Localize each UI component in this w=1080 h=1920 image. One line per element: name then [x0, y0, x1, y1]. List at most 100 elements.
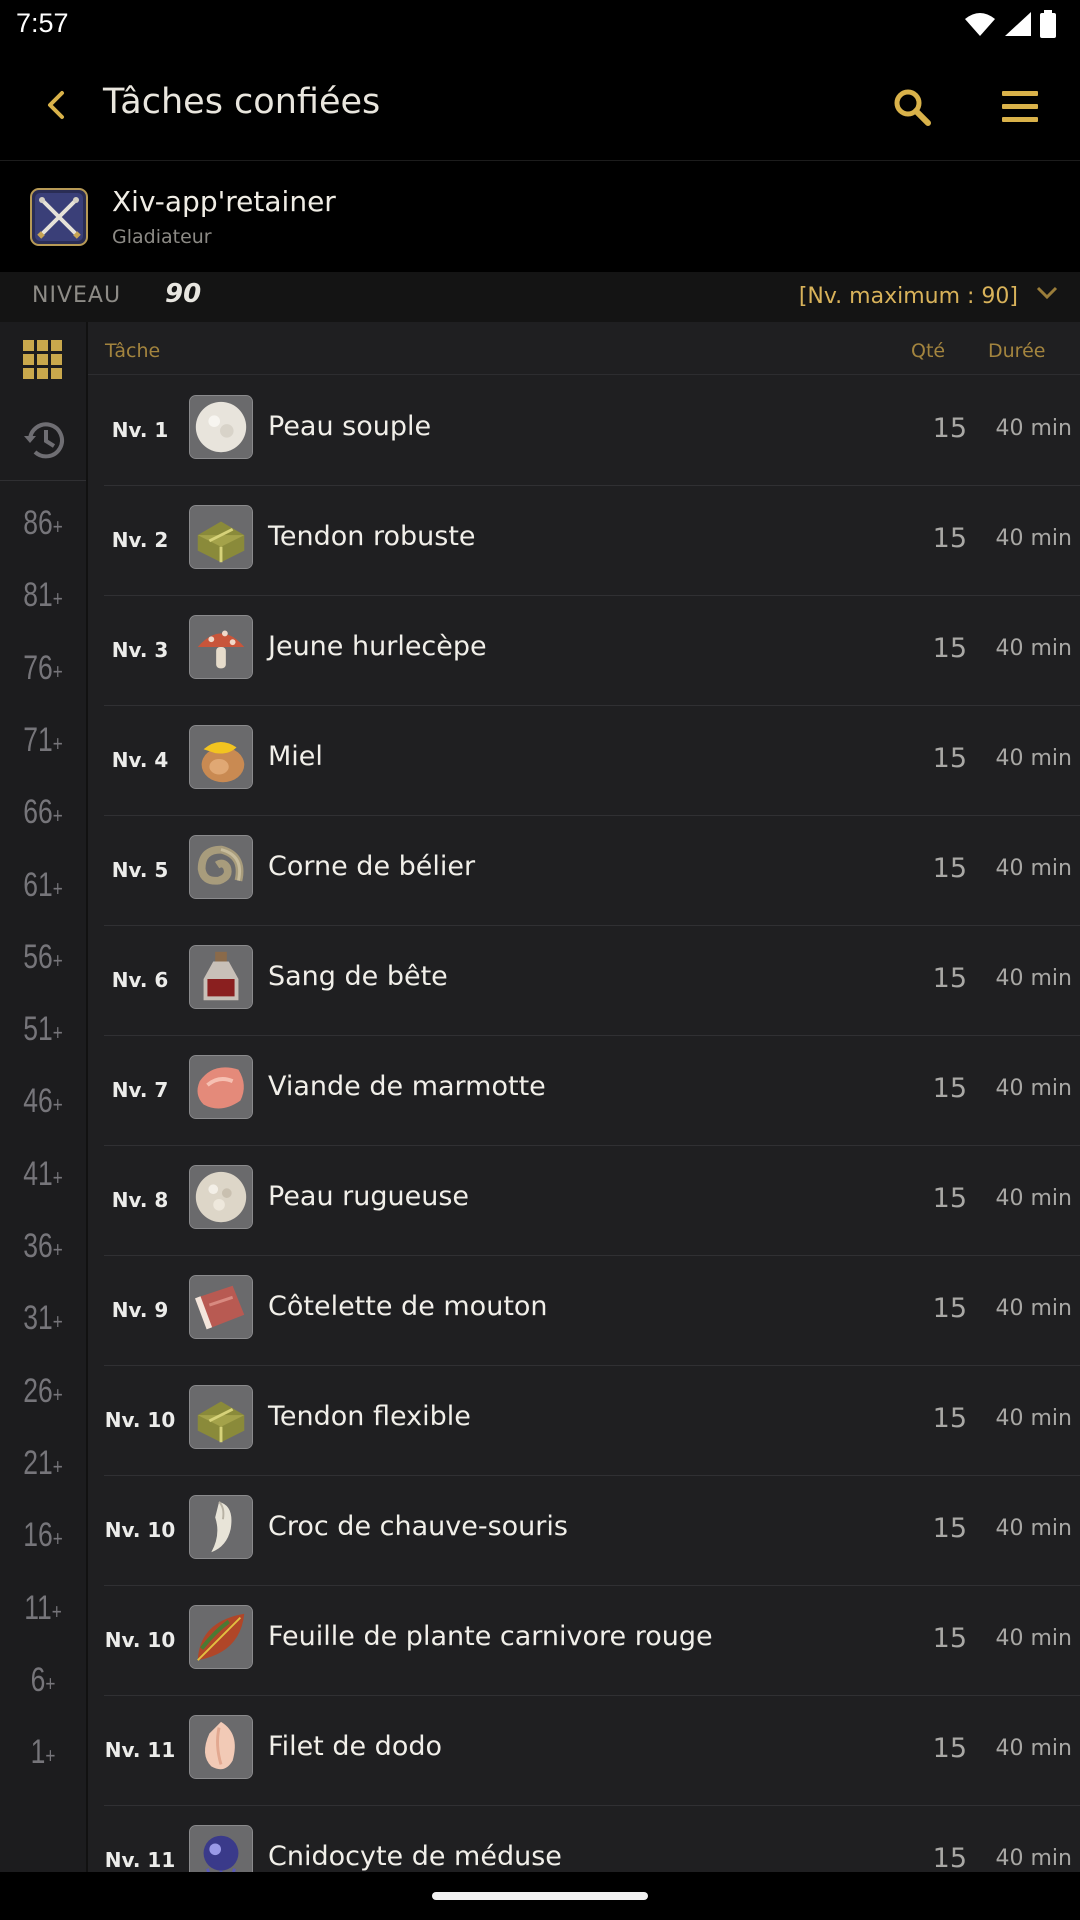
grid-icon[interactable]: [21, 338, 65, 382]
task-row[interactable]: Nv. 10 Tendon flexible 15 40 min: [104, 1365, 1080, 1476]
task-name: Miel: [268, 741, 323, 772]
menu-button[interactable]: [990, 77, 1050, 137]
task-row[interactable]: Nv. 11 Cnidocyte de méduse 15 40 min: [104, 1805, 1080, 1872]
task-qty: 15: [932, 1293, 967, 1324]
column-header: Tâche Qté Durée: [88, 322, 1080, 375]
task-name: Côtelette de mouton: [268, 1291, 548, 1322]
level-filter-76[interactable]: 76+: [9, 649, 76, 688]
chevron-down-icon[interactable]: [1036, 286, 1058, 300]
app-bar: Tâches confiées: [0, 50, 1080, 160]
level-filter-86[interactable]: 86+: [9, 504, 76, 543]
system-nav-bar: [0, 1872, 1080, 1920]
task-row[interactable]: Nv. 5 Corne de bélier 15 40 min: [104, 815, 1080, 926]
level-filter-11[interactable]: 11+: [9, 1589, 76, 1628]
back-button[interactable]: [26, 75, 86, 135]
level-filter-26[interactable]: 26+: [9, 1372, 76, 1411]
level-filter-label: 66: [23, 793, 53, 832]
wifi-icon: [965, 13, 995, 36]
task-list-panel: Tâche Qté Durée Nv. 1 Peau souple 15 40 min…: [88, 322, 1080, 1872]
task-row[interactable]: Nv. 10 Croc de chauve-souris 15 40 min: [104, 1475, 1080, 1586]
level-filter-66[interactable]: 66+: [9, 793, 76, 832]
page-title: Tâches confiées: [103, 82, 381, 122]
meat-icon: [189, 1055, 253, 1119]
level-filter-plus: +: [52, 1381, 63, 1407]
level-filter-label: 46: [23, 1082, 53, 1121]
level-filter-51[interactable]: 51+: [9, 1010, 76, 1049]
level-filter-plus: +: [52, 586, 63, 612]
home-gesture-pill[interactable]: [432, 1892, 648, 1900]
task-row[interactable]: Nv. 9 Côtelette de mouton 15 40 min: [104, 1255, 1080, 1366]
task-duration: 40 min: [995, 1186, 1072, 1211]
task-row[interactable]: Nv. 11 Filet de dodo 15 40 min: [104, 1695, 1080, 1806]
task-level: Nv. 8: [111, 1188, 169, 1212]
task-row[interactable]: Nv. 4 Miel 15 40 min: [104, 705, 1080, 816]
level-filter-label: 6: [30, 1660, 46, 1699]
status-bar: 7:57: [0, 0, 1080, 50]
level-filter-plus: +: [52, 514, 63, 539]
task-name: Croc de chauve-souris: [268, 1511, 568, 1542]
task-row[interactable]: Nv. 6 Sang de bête 15 40 min: [104, 925, 1080, 1036]
level-value: 90: [165, 279, 202, 309]
mushroom-icon: [189, 615, 253, 679]
task-name: Tendon robuste: [268, 521, 476, 552]
level-filter-6[interactable]: 6+: [9, 1661, 76, 1700]
level-label: NIVEAU: [32, 283, 122, 308]
level-filter-31[interactable]: 31+: [9, 1299, 76, 1338]
column-task: Tâche: [105, 340, 161, 362]
task-name: Viande de marmotte: [268, 1071, 546, 1102]
history-icon[interactable]: [21, 417, 67, 463]
task-level: Nv. 11: [104, 1738, 176, 1762]
level-filter-plus: +: [45, 1743, 56, 1769]
hamburger-menu-icon: [1002, 91, 1038, 122]
task-row[interactable]: Nv. 8 Peau rugueuse 15 40 min: [104, 1145, 1080, 1256]
retainer-job: Gladiateur: [112, 226, 212, 248]
sidebar-divider: [0, 480, 86, 481]
task-qty: 15: [932, 413, 967, 444]
task-row[interactable]: Nv. 10 Feuille de plante carnivore rouge 1…: [104, 1585, 1080, 1696]
level-filter-plus: +: [52, 875, 63, 901]
task-duration: 40 min: [995, 1736, 1072, 1761]
task-qty: 15: [932, 963, 967, 994]
level-bar[interactable]: NIVEAU 90 [Nv. maximum : 90]: [0, 272, 1080, 322]
task-qty: 15: [932, 1733, 967, 1764]
task-qty: 15: [932, 523, 967, 554]
level-filter-16[interactable]: 16+: [9, 1516, 76, 1555]
level-filter-71[interactable]: 71+: [9, 721, 76, 760]
hide-icon: [189, 395, 253, 459]
task-row[interactable]: Nv. 2 Tendon robuste 15 40 min: [104, 485, 1080, 596]
level-filter-56[interactable]: 56+: [9, 938, 76, 977]
chop-icon: [189, 1275, 253, 1339]
task-row[interactable]: Nv. 1 Peau souple 15 40 min: [104, 375, 1080, 486]
task-qty: 15: [932, 1623, 967, 1654]
search-button[interactable]: [882, 77, 942, 137]
task-qty: 15: [932, 1183, 967, 1214]
task-level: Nv. 5: [111, 858, 169, 882]
level-filter-46[interactable]: 46+: [9, 1082, 76, 1121]
task-duration: 40 min: [995, 856, 1072, 881]
task-row[interactable]: Nv. 3 Jeune hurlecèpe 15 40 min: [104, 595, 1080, 706]
level-filter-plus: +: [52, 1164, 63, 1190]
task-name: Filet de dodo: [268, 1731, 442, 1762]
level-filter-label: 11: [24, 1588, 52, 1627]
level-filter-81[interactable]: 81+: [9, 576, 76, 615]
task-name: Cnidocyte de méduse: [268, 1841, 562, 1872]
level-filter-label: 56: [23, 937, 53, 976]
level-filter-61[interactable]: 61+: [9, 866, 76, 905]
level-filter-label: 1: [30, 1733, 46, 1772]
task-duration: 40 min: [995, 746, 1072, 771]
level-filter-label: 26: [23, 1371, 53, 1410]
task-level: Nv. 10: [104, 1518, 176, 1542]
level-filter-plus: +: [52, 1092, 63, 1118]
level-filter-label: 36: [23, 1227, 53, 1265]
task-level: Nv. 10: [104, 1408, 176, 1432]
task-duration: 40 min: [995, 1516, 1072, 1541]
task-qty: 15: [932, 1843, 967, 1872]
battery-icon: [1040, 10, 1056, 38]
level-filter-plus: +: [45, 1670, 56, 1696]
level-filter-36[interactable]: 36+: [9, 1227, 76, 1266]
level-filter-1[interactable]: 1+: [9, 1733, 76, 1772]
level-filter-41[interactable]: 41+: [9, 1155, 76, 1194]
task-row[interactable]: Nv. 7 Viande de marmotte 15 40 min: [104, 1035, 1080, 1146]
gladiator-job-icon: [30, 188, 88, 246]
level-filter-21[interactable]: 21+: [9, 1444, 76, 1483]
